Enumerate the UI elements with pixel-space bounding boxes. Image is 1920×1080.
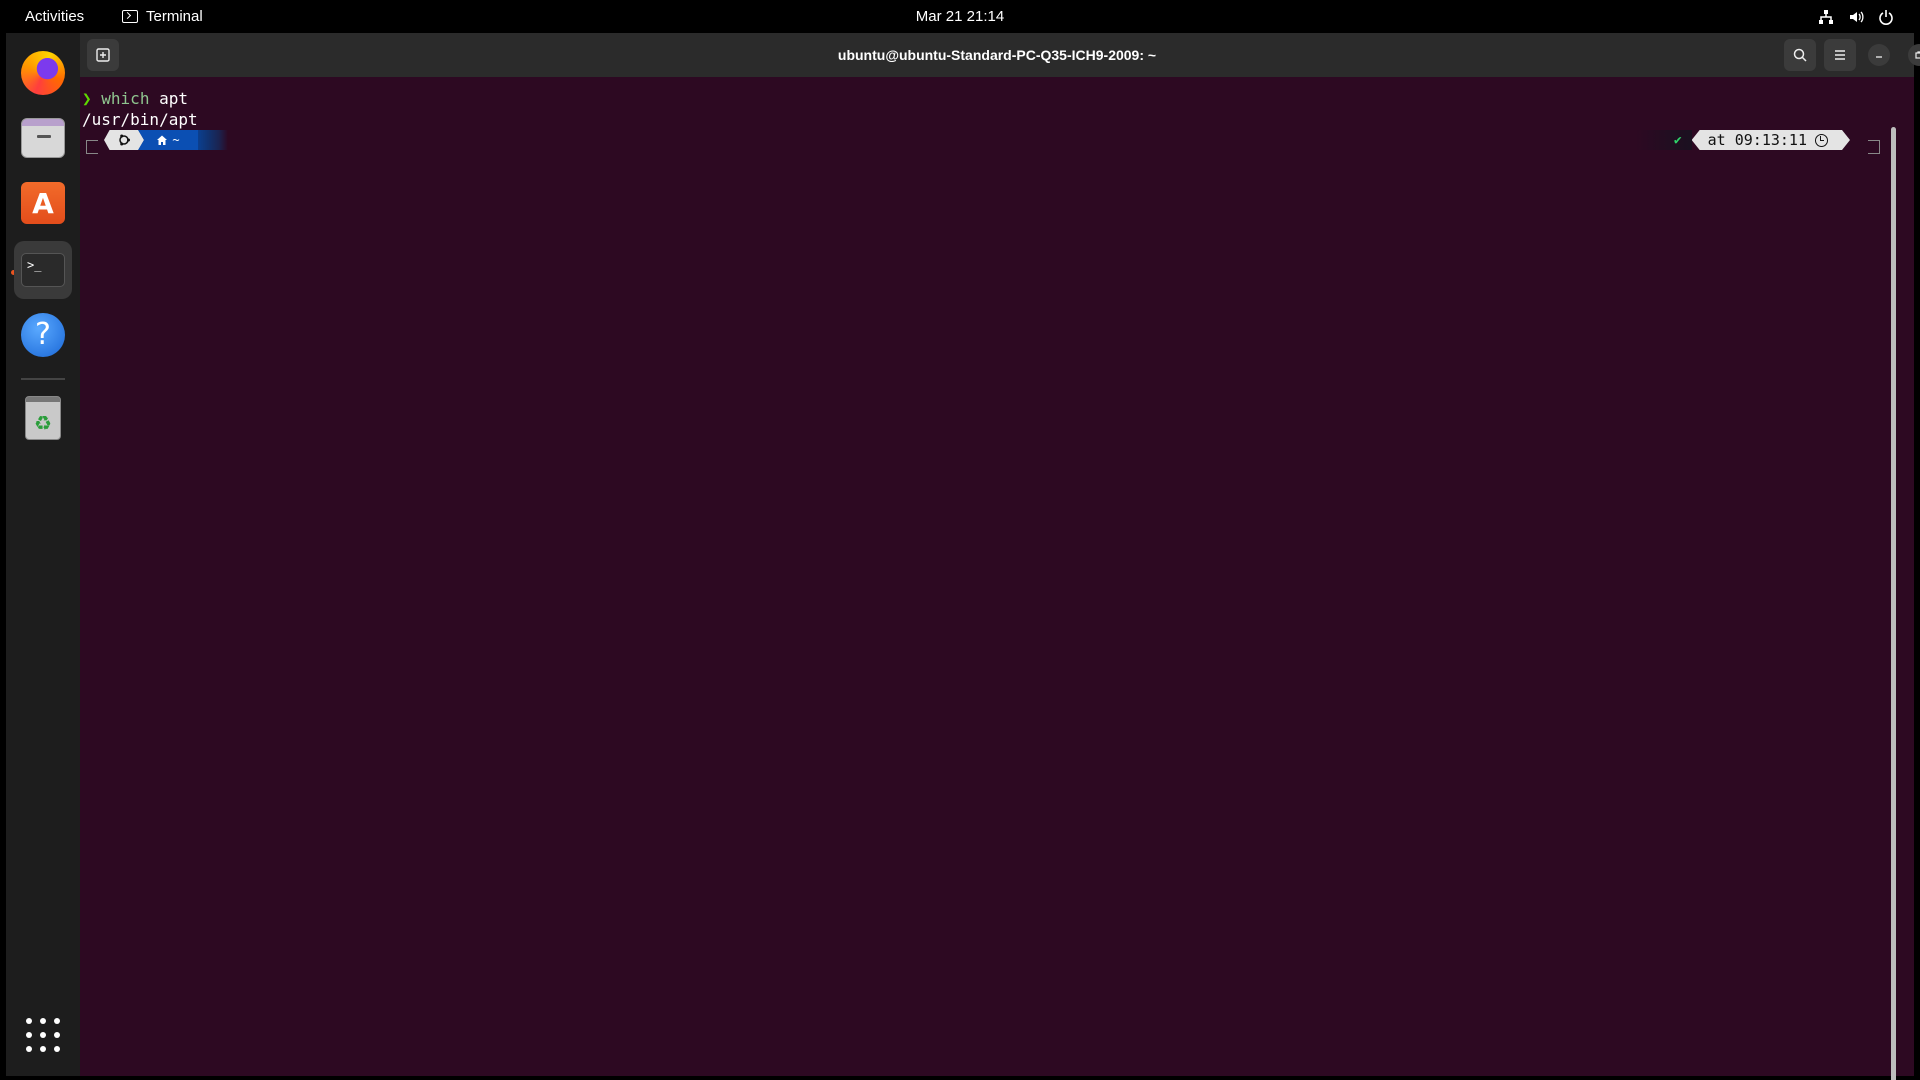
directory-segment: ~ bbox=[138, 130, 198, 150]
home-icon bbox=[157, 135, 168, 145]
top-bar: Activities Terminal Mar 21 21:14 bbox=[0, 0, 1920, 33]
command-args: apt bbox=[149, 89, 188, 108]
search-button[interactable] bbox=[1784, 39, 1816, 71]
firefox-icon bbox=[21, 51, 65, 95]
time-segment: at 09:13:11 bbox=[1692, 130, 1850, 150]
terminal-window: ubuntu@ubuntu-Standard-PC-Q35-ICH9-2009:… bbox=[80, 33, 1920, 1080]
maximize-button[interactable] bbox=[1908, 44, 1920, 66]
app-grid-icon bbox=[26, 1018, 32, 1024]
trash-icon: ♻ bbox=[25, 396, 61, 440]
terminal-content[interactable]: ❯ which apt /usr/bin/apt ~ ✔ at 09:13:11 bbox=[80, 77, 1902, 1080]
time-label: at 09:13:11 bbox=[1707, 131, 1807, 149]
app-menu-terminal[interactable]: Terminal bbox=[122, 0, 203, 33]
app-store-icon: A bbox=[21, 182, 65, 224]
restore-icon bbox=[1915, 51, 1920, 59]
app-menu-label: Terminal bbox=[146, 8, 203, 25]
terminal-small-icon bbox=[122, 10, 138, 23]
prompt-left-segments: ~ bbox=[86, 129, 228, 151]
dock-files[interactable] bbox=[14, 109, 72, 167]
prompt-frame-right bbox=[1868, 140, 1880, 154]
ubuntu-os-segment bbox=[104, 130, 144, 150]
window-title: ubuntu@ubuntu-Standard-PC-Q35-ICH9-2009:… bbox=[837, 47, 1157, 63]
new-tab-button[interactable] bbox=[87, 39, 119, 71]
dock-separator bbox=[21, 378, 65, 380]
terminal-icon: >_ bbox=[21, 253, 65, 287]
clock-icon bbox=[1815, 134, 1828, 147]
files-icon bbox=[21, 118, 65, 158]
dock-trash[interactable]: ♻ bbox=[14, 389, 72, 447]
prompt-right-segments: ✔ at 09:13:11 bbox=[1635, 129, 1850, 151]
hamburger-menu-icon bbox=[1835, 50, 1845, 60]
title-area: ubuntu@ubuntu-Standard-PC-Q35-ICH9-2009:… bbox=[80, 33, 1914, 77]
command-line: ❯ which apt bbox=[82, 88, 188, 109]
system-tray[interactable] bbox=[1818, 0, 1894, 33]
command-name: which bbox=[101, 89, 150, 108]
show-apps-button[interactable] bbox=[26, 1018, 60, 1052]
dock-app-center[interactable]: A bbox=[14, 174, 72, 232]
minimize-icon bbox=[1876, 56, 1882, 58]
network-icon[interactable] bbox=[1818, 9, 1834, 25]
dock-help[interactable]: ? bbox=[14, 306, 72, 364]
new-tab-icon bbox=[96, 48, 110, 62]
volume-icon[interactable] bbox=[1848, 9, 1864, 25]
search-icon bbox=[1793, 48, 1807, 62]
power-icon[interactable] bbox=[1878, 9, 1894, 25]
window-headerbar[interactable]: ubuntu@ubuntu-Standard-PC-Q35-ICH9-2009:… bbox=[80, 33, 1920, 77]
check-icon: ✔ bbox=[1673, 132, 1682, 148]
menu-button[interactable] bbox=[1824, 39, 1856, 71]
dock: A >_ ? ♻ bbox=[6, 33, 80, 1076]
scrollbar[interactable] bbox=[1891, 127, 1896, 1080]
output-line: /usr/bin/apt bbox=[82, 110, 198, 129]
clock-area: Mar 21 21:14 bbox=[0, 0, 1920, 33]
prompt-char: ❯ bbox=[82, 89, 92, 108]
help-icon: ? bbox=[21, 313, 65, 357]
directory-label: ~ bbox=[172, 133, 180, 147]
dock-terminal[interactable]: >_ bbox=[14, 241, 72, 299]
clock[interactable]: Mar 21 21:14 bbox=[916, 8, 1004, 25]
status-ok-segment: ✔ bbox=[1635, 130, 1692, 150]
ubuntu-logo-icon bbox=[119, 134, 130, 146]
dock-firefox[interactable] bbox=[14, 44, 72, 102]
activities-button[interactable]: Activities bbox=[25, 0, 84, 33]
segment-fade bbox=[198, 130, 228, 150]
minimize-button[interactable] bbox=[1868, 44, 1890, 66]
